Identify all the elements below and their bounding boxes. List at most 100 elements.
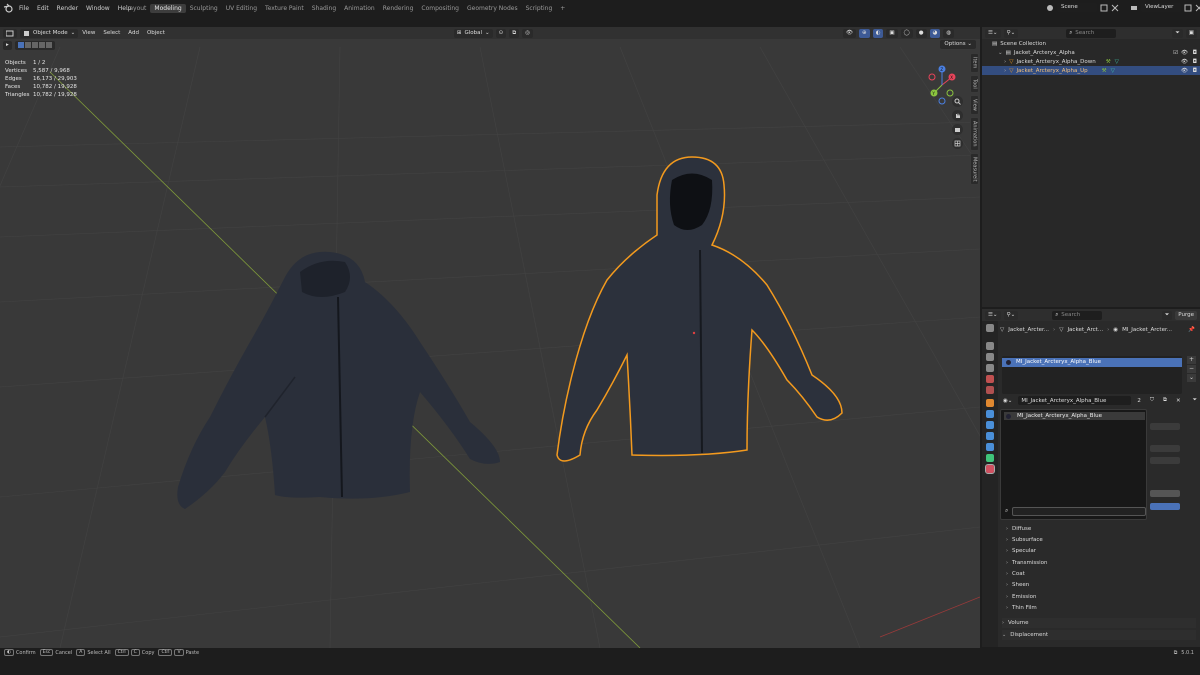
xray-toggle-button[interactable]: ▣ — [886, 28, 898, 38]
eye-icon[interactable]: 👁 — [1181, 50, 1188, 56]
section-transmission[interactable]: › Transmission — [1006, 560, 1048, 566]
gizmo-neg-z-axis[interactable] — [938, 97, 946, 105]
3d-viewport[interactable]: Object Mode ⌄ View Select Add Object ⊞ G… — [0, 27, 980, 648]
menu-window[interactable]: Window — [82, 5, 114, 12]
property-field-active[interactable] — [1150, 503, 1180, 510]
editor-type-button[interactable] — [3, 28, 17, 38]
property-field[interactable] — [1150, 423, 1180, 430]
material-browse-dropdown[interactable]: MI_Jacket_Arcteryx_Alpha_Blue ⌕ — [1000, 409, 1147, 520]
view-layer-tab-icon[interactable] — [986, 364, 994, 372]
visibility-button[interactable]: 👁 — [843, 28, 856, 38]
tab-uv-editing[interactable]: UV Editing — [222, 4, 261, 13]
display-mode-button[interactable]: ⚲⌄ — [1003, 28, 1019, 38]
menu-select[interactable]: Select — [99, 30, 124, 36]
menu-view[interactable]: View — [78, 30, 99, 36]
proportional-edit-button[interactable]: ◎ — [522, 28, 533, 38]
select-extend-icon[interactable] — [24, 42, 31, 48]
tab-scripting[interactable]: Scripting — [522, 4, 557, 13]
camera-icon[interactable]: ◘ — [1193, 50, 1197, 56]
jacket-up-model[interactable] — [552, 155, 852, 465]
menu-file[interactable]: File — [15, 5, 33, 12]
render-tab-icon[interactable] — [986, 342, 994, 350]
fake-user-icon[interactable]: ⛉ — [1146, 396, 1158, 405]
data-tab-icon[interactable] — [986, 454, 994, 462]
tab-shading[interactable]: Shading — [308, 4, 340, 13]
gizmo-neg-y-axis[interactable] — [946, 89, 954, 97]
material-slot-item[interactable]: MI_Jacket_Arcteryx_Alpha_Blue — [1002, 358, 1182, 367]
ortho-grid-icon[interactable] — [952, 138, 963, 149]
outliner-row-collection[interactable]: ⌄ ▤ Jacket_Arcteryx_Alpha ☑ 👁 ◘ — [982, 48, 1200, 57]
slot-menu-button[interactable]: ⌄ — [1187, 374, 1196, 382]
select-subtract-icon[interactable] — [31, 42, 38, 48]
tab-rendering[interactable]: Rendering — [379, 4, 418, 13]
scene-selector[interactable]: Scene — [1046, 3, 1119, 12]
shading-solid-button[interactable]: ● — [915, 28, 927, 38]
modifier-tab-icon[interactable] — [986, 410, 994, 418]
chevron-right-icon[interactable]: › — [1004, 68, 1006, 74]
delete-view-layer-icon[interactable] — [1195, 4, 1200, 12]
tab-geometry-nodes[interactable]: Geometry Nodes — [463, 4, 522, 13]
menu-render[interactable]: Render — [53, 5, 82, 12]
camera-icon[interactable]: ◘ — [1193, 68, 1197, 74]
section-displacement[interactable]: ⌄ Displacement — [1002, 630, 1196, 640]
jacket-down-model[interactable] — [170, 247, 510, 537]
tab-modeling[interactable]: Modeling — [150, 3, 186, 13]
properties-search-input[interactable]: ⌕ Search — [1052, 310, 1103, 320]
transform-orientation-dropdown[interactable]: ⊞ Global ⌄ — [453, 28, 493, 38]
filter-icon[interactable]: ⏷ — [1172, 28, 1183, 38]
filter-icon[interactable]: ⏷ — [1161, 310, 1173, 320]
tool-tab-icon[interactable] — [986, 324, 994, 332]
dropdown-item[interactable]: MI_Jacket_Arcteryx_Alpha_Blue — [1004, 412, 1145, 420]
blender-logo-icon[interactable] — [3, 3, 13, 13]
material-slot-list[interactable]: MI_Jacket_Arcteryx_Alpha_Blue — [1002, 356, 1182, 394]
section-sheen[interactable]: › Sheen — [1006, 582, 1029, 588]
overlay-toggle-button[interactable]: ◐ — [872, 28, 884, 38]
zoom-icon[interactable] — [952, 96, 963, 107]
section-volume[interactable]: › Volume — [1002, 618, 1196, 628]
property-field[interactable] — [1150, 490, 1180, 497]
pan-hand-icon[interactable] — [952, 110, 963, 121]
editor-type-button[interactable]: ☰⌄ — [985, 310, 1001, 320]
section-diffuse[interactable]: › Diffuse — [1006, 526, 1031, 532]
dropdown-search-input[interactable] — [1012, 507, 1146, 516]
play-icon[interactable]: ▸ — [3, 40, 12, 50]
material-tab-icon[interactable] — [985, 464, 995, 474]
shading-wireframe-button[interactable]: ◯ — [900, 28, 913, 38]
snap-button[interactable]: ⧉ — [509, 28, 520, 38]
section-specular[interactable]: › Specular — [1006, 548, 1036, 554]
options-dropdown[interactable]: Options ⌄ — [940, 40, 976, 49]
user-count-button[interactable]: 2 — [1134, 396, 1144, 405]
tab-compositing[interactable]: Compositing — [417, 4, 463, 13]
property-field[interactable] — [1150, 457, 1180, 464]
tab-animation[interactable]: Animation — [340, 4, 379, 13]
scene-tab-icon[interactable] — [986, 375, 994, 383]
physics-tab-icon[interactable] — [986, 432, 994, 440]
selection-mode-buttons[interactable] — [14, 40, 55, 50]
material-name-field[interactable]: MI_Jacket_Arcteryx_Alpha_Blue — [1018, 396, 1132, 405]
sidebar-tab-animation[interactable]: Animation — [970, 117, 979, 151]
section-emission[interactable]: › Emission — [1006, 594, 1036, 600]
pin-icon[interactable]: 📌 — [1188, 327, 1195, 333]
sidebar-tab-tool[interactable]: Tool — [970, 75, 979, 93]
select-new-icon[interactable] — [17, 42, 24, 48]
menu-add[interactable]: Add — [124, 30, 143, 36]
tab-sculpting[interactable]: Sculpting — [186, 4, 222, 13]
display-mode-button[interactable]: ⚲⌄ — [1003, 310, 1019, 320]
sidebar-tab-view[interactable]: View — [970, 95, 979, 115]
section-thin-film[interactable]: › Thin Film — [1006, 605, 1037, 611]
browse-material-button[interactable]: ◉⌄ — [1000, 396, 1016, 405]
duplicate-material-icon[interactable]: ⧉ — [1160, 396, 1170, 405]
shading-rendered-button[interactable]: ◍ — [943, 28, 955, 38]
gizmo-neg-x-axis[interactable] — [928, 73, 936, 81]
sidebar-tab-item[interactable]: Item — [970, 53, 979, 73]
eye-icon[interactable]: 👁 — [1181, 59, 1188, 65]
add-slot-button[interactable]: + — [1187, 356, 1196, 364]
purge-button[interactable]: Purge — [1175, 310, 1197, 320]
chevron-down-icon[interactable]: ⌄ — [998, 50, 1003, 56]
eye-icon[interactable]: 👁 — [1181, 68, 1188, 74]
unlink-material-icon[interactable]: ✕ — [1172, 396, 1184, 405]
tab-layout[interactable]: Layout — [122, 4, 150, 13]
remove-slot-button[interactable]: − — [1187, 365, 1196, 373]
object-tab-icon[interactable] — [986, 399, 994, 407]
section-subsurface[interactable]: › Subsurface — [1006, 537, 1043, 543]
